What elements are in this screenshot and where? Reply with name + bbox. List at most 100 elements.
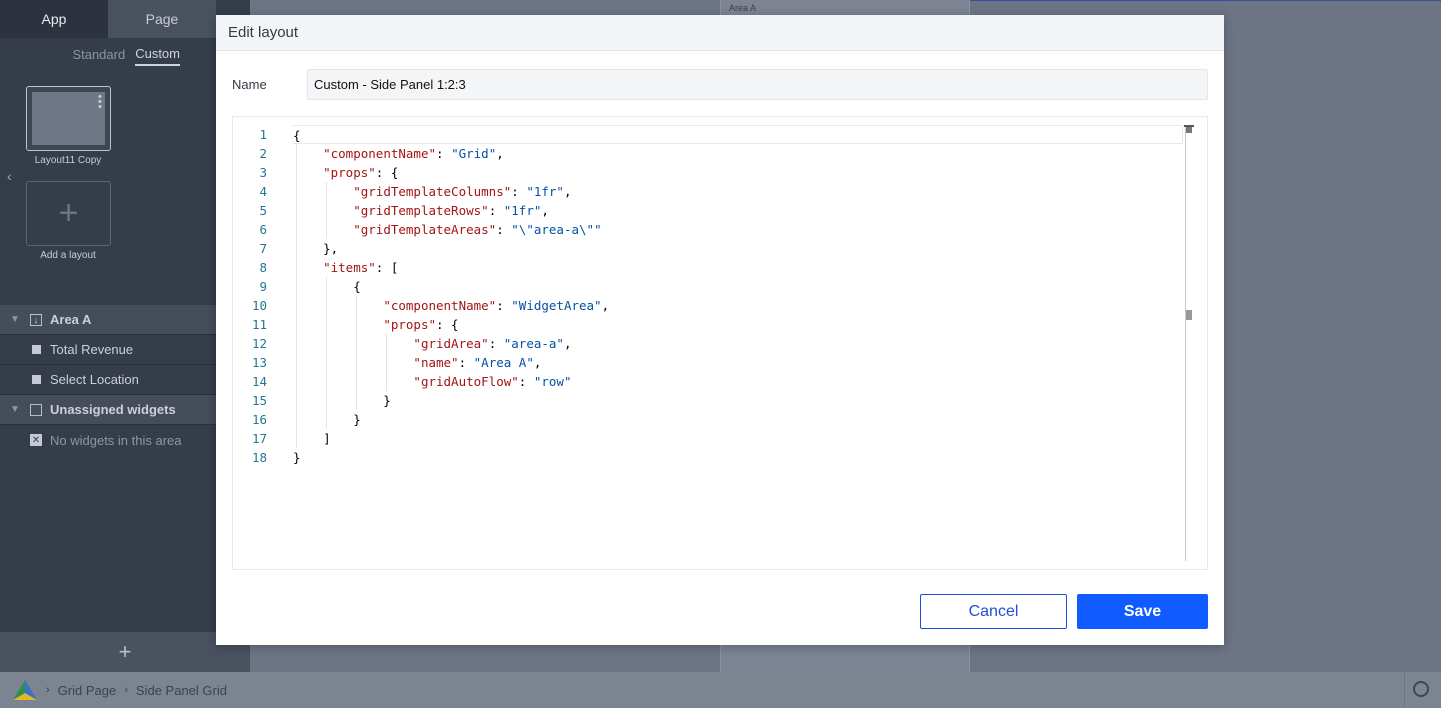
json-punctuation (293, 203, 353, 218)
add-layout-label: Add a layout (40, 250, 96, 261)
code-line[interactable]: "gridArea": "area-a", (293, 334, 1183, 353)
line-number: 7 (259, 241, 267, 256)
code-line[interactable]: "gridTemplateAreas": "\"area-a\"" (293, 220, 1183, 239)
tree-group-label: Unassigned widgets (50, 402, 176, 417)
line-number: 6 (259, 222, 267, 237)
line-number: 9 (259, 279, 267, 294)
json-punctuation: : (488, 336, 504, 351)
plus-icon: + (118, 639, 132, 664)
code-line[interactable]: { (293, 277, 1183, 296)
layout-subtabs: Standard Custom (0, 38, 216, 74)
app-logo-icon[interactable] (12, 679, 38, 701)
tree-group-unassigned[interactable]: ▼ Unassigned widgets (0, 395, 216, 425)
cancel-button[interactable]: Cancel (920, 594, 1067, 629)
tree-group-label: Area A (50, 312, 92, 327)
line-number: 14 (251, 374, 267, 389)
json-punctuation: } (293, 412, 361, 427)
caret-down-icon[interactable]: ▼ (0, 404, 30, 415)
statusbar-divider (1404, 672, 1405, 708)
empty-message: No widgets in this area (50, 432, 182, 448)
name-row: Name (232, 69, 1208, 100)
tab-page[interactable]: Page (108, 0, 216, 38)
name-input[interactable] (307, 69, 1208, 100)
code-line[interactable]: "componentName": "Grid", (293, 144, 1183, 163)
scrollbar-thumb[interactable] (1186, 310, 1192, 320)
json-punctuation (293, 260, 323, 275)
add-widget-button[interactable]: + (0, 632, 250, 672)
layout-card-label: Layout11 Copy (34, 155, 102, 166)
json-punctuation: : [ (375, 260, 399, 275)
tree-item[interactable]: Select Location (0, 365, 216, 395)
line-number: 2 (259, 146, 267, 161)
checkbox-icon[interactable] (30, 403, 42, 416)
breadcrumb-item[interactable]: Grid Page (58, 683, 117, 698)
caret-down-icon[interactable]: ▼ (0, 314, 30, 325)
json-punctuation: : (436, 146, 452, 161)
json-punctuation: , (533, 355, 542, 370)
json-punctuation: : { (436, 317, 459, 332)
tree-empty-item: ✕ No widgets in this area (0, 425, 216, 455)
json-punctuation: : (488, 203, 504, 218)
line-number: 12 (251, 336, 267, 351)
globe-icon[interactable] (1413, 681, 1429, 697)
more-options-icon[interactable]: • • • (98, 92, 102, 113)
chevron-left-icon[interactable]: ‹ (7, 168, 12, 184)
save-button[interactable]: Save (1077, 594, 1208, 629)
code-line[interactable]: "gridTemplateRows": "1fr", (293, 201, 1183, 220)
overview-ruler-mark (1186, 127, 1192, 133)
code-line[interactable]: } (293, 410, 1183, 429)
json-punctuation: , (496, 146, 504, 161)
json-punctuation: : (511, 184, 527, 199)
edit-layout-dialog: Edit layout Name 12345678910111213141516… (216, 15, 1224, 645)
layout-card[interactable]: • • • (26, 86, 111, 151)
code-line[interactable]: "gridTemplateColumns": "1fr", (293, 182, 1183, 201)
json-key: "gridTemplateAreas" (353, 222, 497, 237)
json-punctuation (293, 146, 323, 161)
subtab-custom[interactable]: Custom (135, 46, 180, 66)
code-line[interactable]: "gridAutoFlow": "row" (293, 372, 1183, 391)
panel-tabs: App Page (0, 0, 216, 38)
close-box-icon: ✕ (30, 434, 42, 446)
line-number: 10 (251, 298, 267, 313)
json-key: "componentName" (323, 146, 436, 161)
tree-item-label: Select Location (50, 372, 139, 387)
json-punctuation: , (563, 336, 572, 351)
line-number: 8 (259, 260, 267, 275)
code-line[interactable]: "items": [ (293, 258, 1183, 277)
json-value: "1fr" (526, 184, 564, 199)
add-layout-button[interactable]: + (26, 181, 111, 246)
json-key: "gridTemplateRows" (353, 203, 489, 218)
json-punctuation: : (496, 222, 512, 237)
json-punctuation (293, 374, 413, 389)
editor-scrollbar[interactable] (1185, 125, 1186, 561)
json-key: "items" (323, 260, 376, 275)
code-line[interactable]: ] (293, 429, 1183, 448)
subtab-standard[interactable]: Standard (72, 47, 125, 65)
json-punctuation (293, 184, 353, 199)
breadcrumb-item[interactable]: Side Panel Grid (136, 683, 227, 698)
code-line[interactable]: "props": { (293, 163, 1183, 182)
json-punctuation (293, 298, 383, 313)
line-number: 5 (259, 203, 267, 218)
line-number: 1 (259, 127, 267, 142)
code-line[interactable]: } (293, 391, 1183, 410)
json-punctuation (293, 165, 323, 180)
widget-tree: ▼ ↓ Area A Total Revenue Select Location… (0, 305, 216, 455)
code-line[interactable]: { (293, 125, 1183, 144)
plus-icon: + (58, 194, 79, 232)
json-punctuation: : (458, 355, 474, 370)
tab-app[interactable]: App (0, 0, 108, 38)
code-line[interactable]: } (293, 448, 1183, 467)
line-number: 17 (251, 431, 267, 446)
tree-item[interactable]: Total Revenue (0, 335, 216, 365)
json-code-editor[interactable]: 1 2 3 4 5 6 7 8 9 10 11 12 13 14 15 16 17 18 { "component… (232, 116, 1208, 570)
json-punctuation: { (293, 128, 301, 143)
code-area[interactable]: { "componentName": "Grid", "props": { "g… (293, 125, 1183, 467)
code-line[interactable]: }, (293, 239, 1183, 258)
json-punctuation (293, 317, 383, 332)
json-punctuation: : (496, 298, 512, 313)
code-line[interactable]: "props": { (293, 315, 1183, 334)
code-line[interactable]: "name": "Area A", (293, 353, 1183, 372)
tree-group-area-a[interactable]: ▼ ↓ Area A (0, 305, 216, 335)
code-line[interactable]: "componentName": "WidgetArea", (293, 296, 1183, 315)
